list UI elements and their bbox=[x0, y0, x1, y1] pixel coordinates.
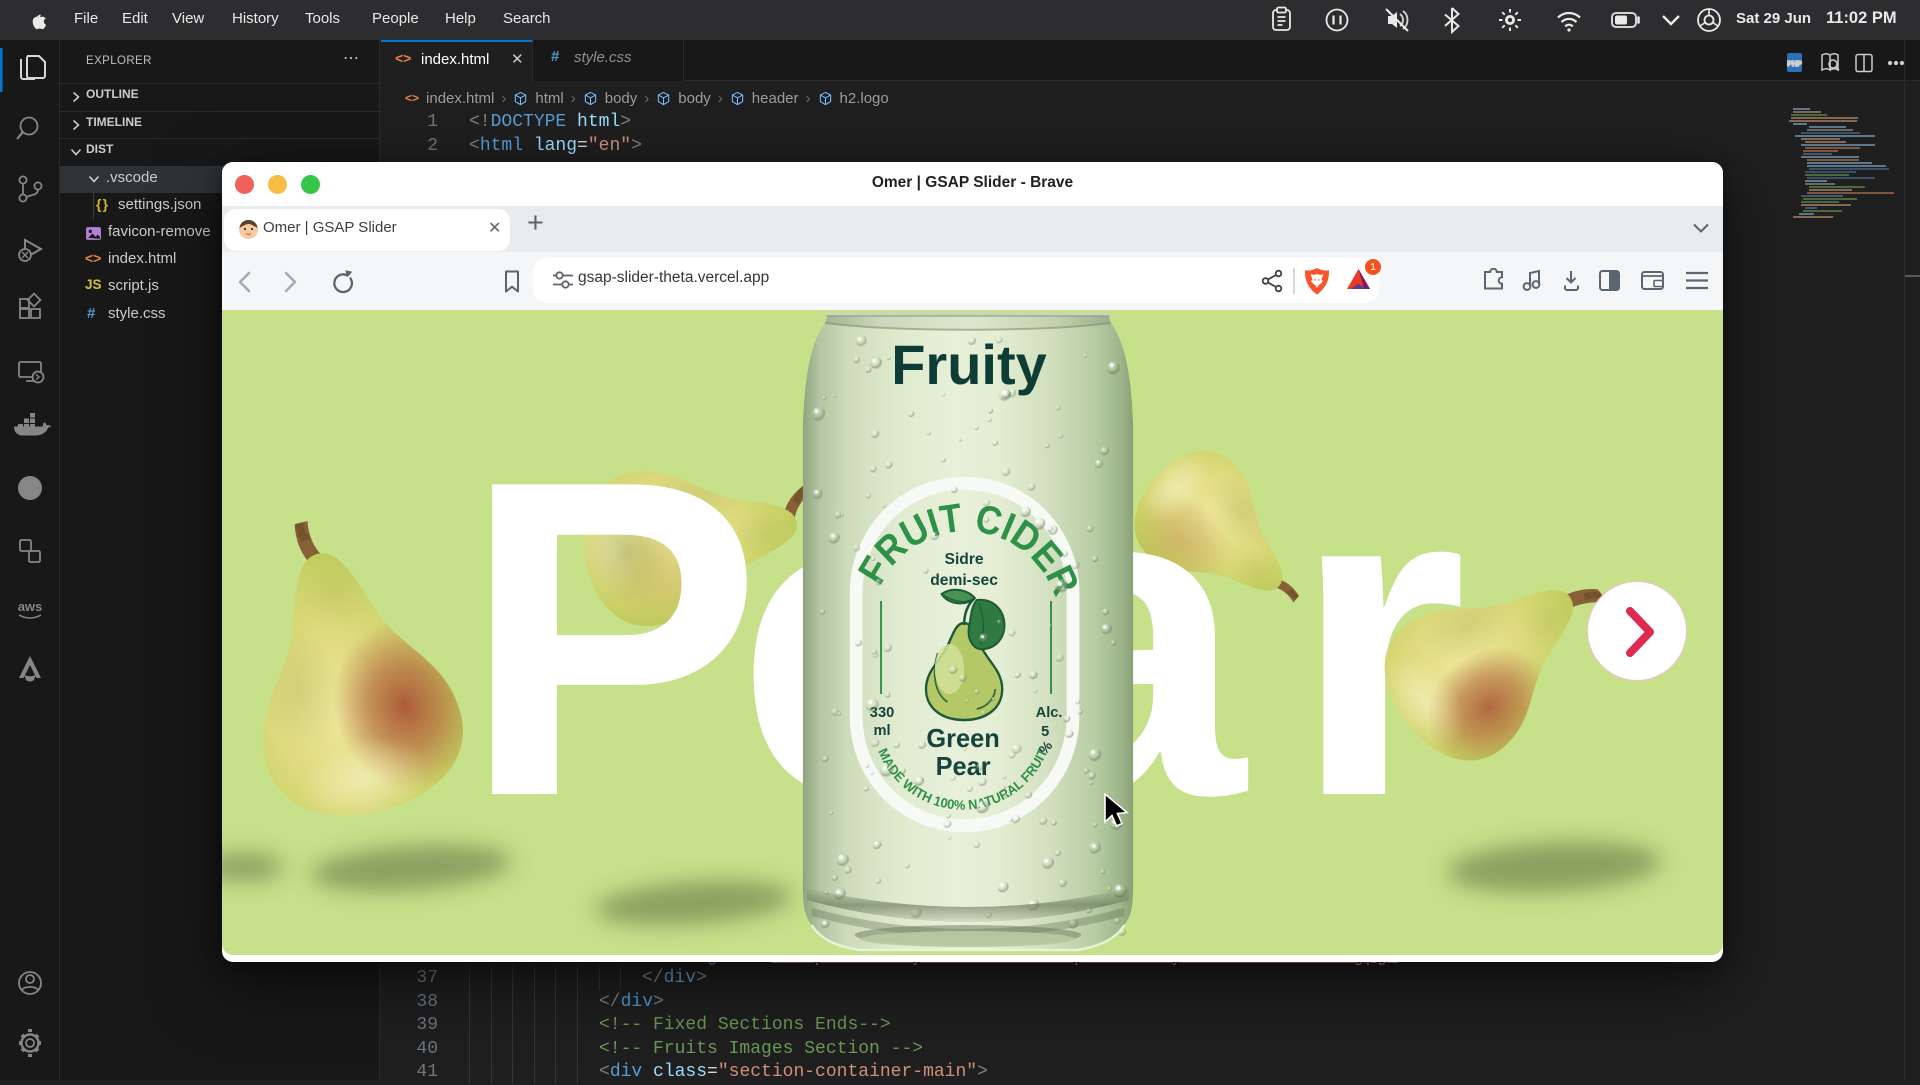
svg-text:Sidre: Sidre bbox=[945, 551, 984, 568]
svg-text:Json: Json bbox=[19, 484, 40, 494]
svg-text:ml: ml bbox=[873, 723, 890, 739]
svg-text:Green: Green bbox=[926, 725, 999, 753]
svg-text:aws: aws bbox=[18, 599, 43, 614]
svg-text:Alc.: Alc. bbox=[1036, 705, 1063, 721]
svg-text:demi-sec: demi-sec bbox=[930, 572, 998, 589]
